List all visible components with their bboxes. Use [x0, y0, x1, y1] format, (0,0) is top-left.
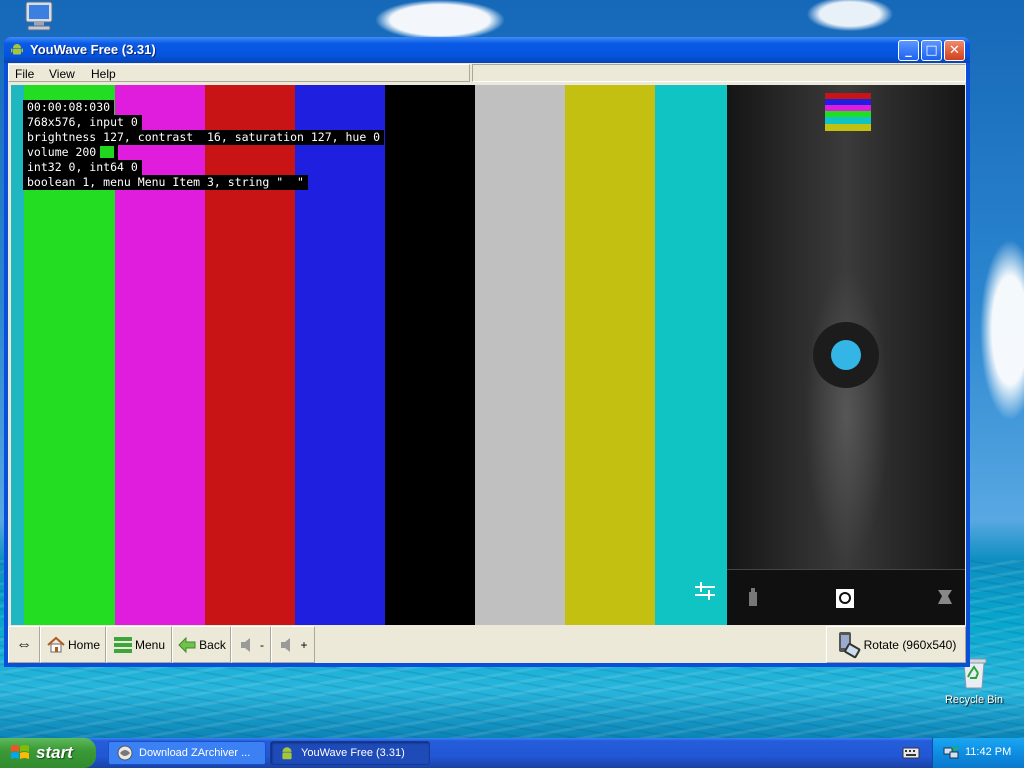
- recycle-bin-label: Recycle Bin: [944, 694, 1004, 706]
- home-icon: [47, 636, 65, 652]
- rotate-button[interactable]: Rotate (960x540): [826, 626, 966, 663]
- minimize-button[interactable]: _: [898, 40, 919, 61]
- home-button[interactable]: Home: [40, 626, 106, 663]
- camera-preview-thumbnail[interactable]: [825, 93, 871, 131]
- overlay-misc: boolean 1, menu Menu Item 3, string " ": [23, 175, 308, 190]
- camera-panel: [727, 85, 965, 625]
- window-client: File View Help 00:00:08:030 768x576, inp…: [8, 63, 966, 663]
- windows-logo-icon: [11, 745, 29, 759]
- maximize-button[interactable]: □: [921, 40, 942, 61]
- shutter-dot: [831, 340, 861, 370]
- youwave-window: YouWave Free (3.31) _ □ ✕ File View Help: [4, 37, 970, 667]
- close-icon: ✕: [949, 43, 960, 58]
- android-app-icon: [282, 747, 292, 760]
- horizontal-arrows-icon: ⇔: [16, 635, 32, 653]
- overlay-picture: brightness 127, contrast 16, saturation …: [23, 130, 385, 145]
- camera-controls: [727, 569, 965, 625]
- menu-icon: [113, 636, 132, 653]
- maximize-icon: □: [925, 43, 938, 58]
- menu-bar: File View Help: [8, 63, 966, 83]
- taskbar-item-label: YouWave Free (3.31): [301, 747, 405, 759]
- clock: 11:42 PM: [965, 746, 1012, 758]
- torch-icon[interactable]: [741, 584, 765, 610]
- network-icon[interactable]: [943, 745, 959, 761]
- start-label: start: [36, 743, 73, 762]
- title-bar[interactable]: YouWave Free (3.31) _ □ ✕: [4, 37, 970, 63]
- close-button[interactable]: ✕: [944, 40, 965, 61]
- color-bar: [205, 85, 295, 625]
- menu-file[interactable]: File: [15, 67, 34, 81]
- taskbar: start Download ZArchiver ... YouWave Fre…: [0, 738, 1024, 768]
- android-app-icon: [11, 44, 23, 55]
- my-computer-icon[interactable]: [22, 0, 56, 32]
- menu-help[interactable]: Help: [91, 67, 116, 81]
- back-button[interactable]: Back: [172, 626, 231, 663]
- volume-up-button[interactable]: +: [271, 626, 315, 663]
- volume-up-label: +: [300, 637, 308, 652]
- color-bar: [295, 85, 385, 625]
- menu-bar-left: File View Help: [8, 64, 470, 82]
- keyboard-icon[interactable]: [902, 746, 920, 760]
- camera-switch-icon[interactable]: [833, 584, 857, 610]
- rotate-phone-icon: [838, 631, 860, 658]
- volume-down-button[interactable]: -: [231, 626, 271, 663]
- taskbar-item-zarchiver[interactable]: Download ZArchiver ...: [108, 741, 266, 765]
- taskbar-item-label: Download ZArchiver ...: [139, 747, 251, 759]
- overlay-resolution: 768x576, input 0: [23, 115, 142, 130]
- color-bar: [655, 85, 727, 625]
- status-field: [472, 64, 966, 82]
- overlay-timecode: 00:00:08:030: [23, 100, 115, 115]
- minimize-icon: _: [905, 43, 912, 58]
- color-bar: [565, 85, 655, 625]
- taskbar-item-youwave[interactable]: YouWave Free (3.31): [270, 741, 430, 765]
- back-arrow-icon: [178, 636, 196, 653]
- menu-label: Menu: [134, 637, 166, 652]
- overlay-ints: int32 0, int64 0: [23, 160, 142, 175]
- menu-view[interactable]: View: [49, 67, 75, 81]
- mode-icon[interactable]: [933, 584, 957, 610]
- rotate-label: Rotate (960x540): [863, 637, 957, 652]
- overlay-volume: volume 200: [27, 145, 97, 159]
- start-button[interactable]: start: [0, 738, 96, 768]
- speaker-icon: [241, 637, 250, 652]
- settings-sliders-icon[interactable]: [693, 579, 717, 603]
- system-tray: 11:42 PM: [932, 738, 1024, 768]
- browser-icon: [117, 745, 133, 761]
- android-screen[interactable]: 00:00:08:030 768x576, input 0 brightness…: [11, 85, 965, 625]
- color-bar: [385, 85, 475, 625]
- resize-button[interactable]: ⇔: [8, 626, 40, 663]
- home-label: Home: [67, 637, 100, 652]
- volume-down-label: -: [260, 637, 264, 652]
- menu-button[interactable]: Menu: [106, 626, 172, 663]
- speaker-icon: [281, 637, 291, 652]
- bottom-toolbar: ⇔ Home Menu Back - + Rotate (960x540): [8, 626, 966, 663]
- overlay-volume-row: volume 200: [23, 145, 119, 160]
- window-title: YouWave Free (3.31): [30, 42, 156, 57]
- back-label: Back: [199, 637, 226, 652]
- color-bar: [475, 85, 565, 625]
- volume-level-block: [100, 146, 115, 158]
- color-bars: 00:00:08:030 768x576, input 0 brightness…: [11, 85, 727, 625]
